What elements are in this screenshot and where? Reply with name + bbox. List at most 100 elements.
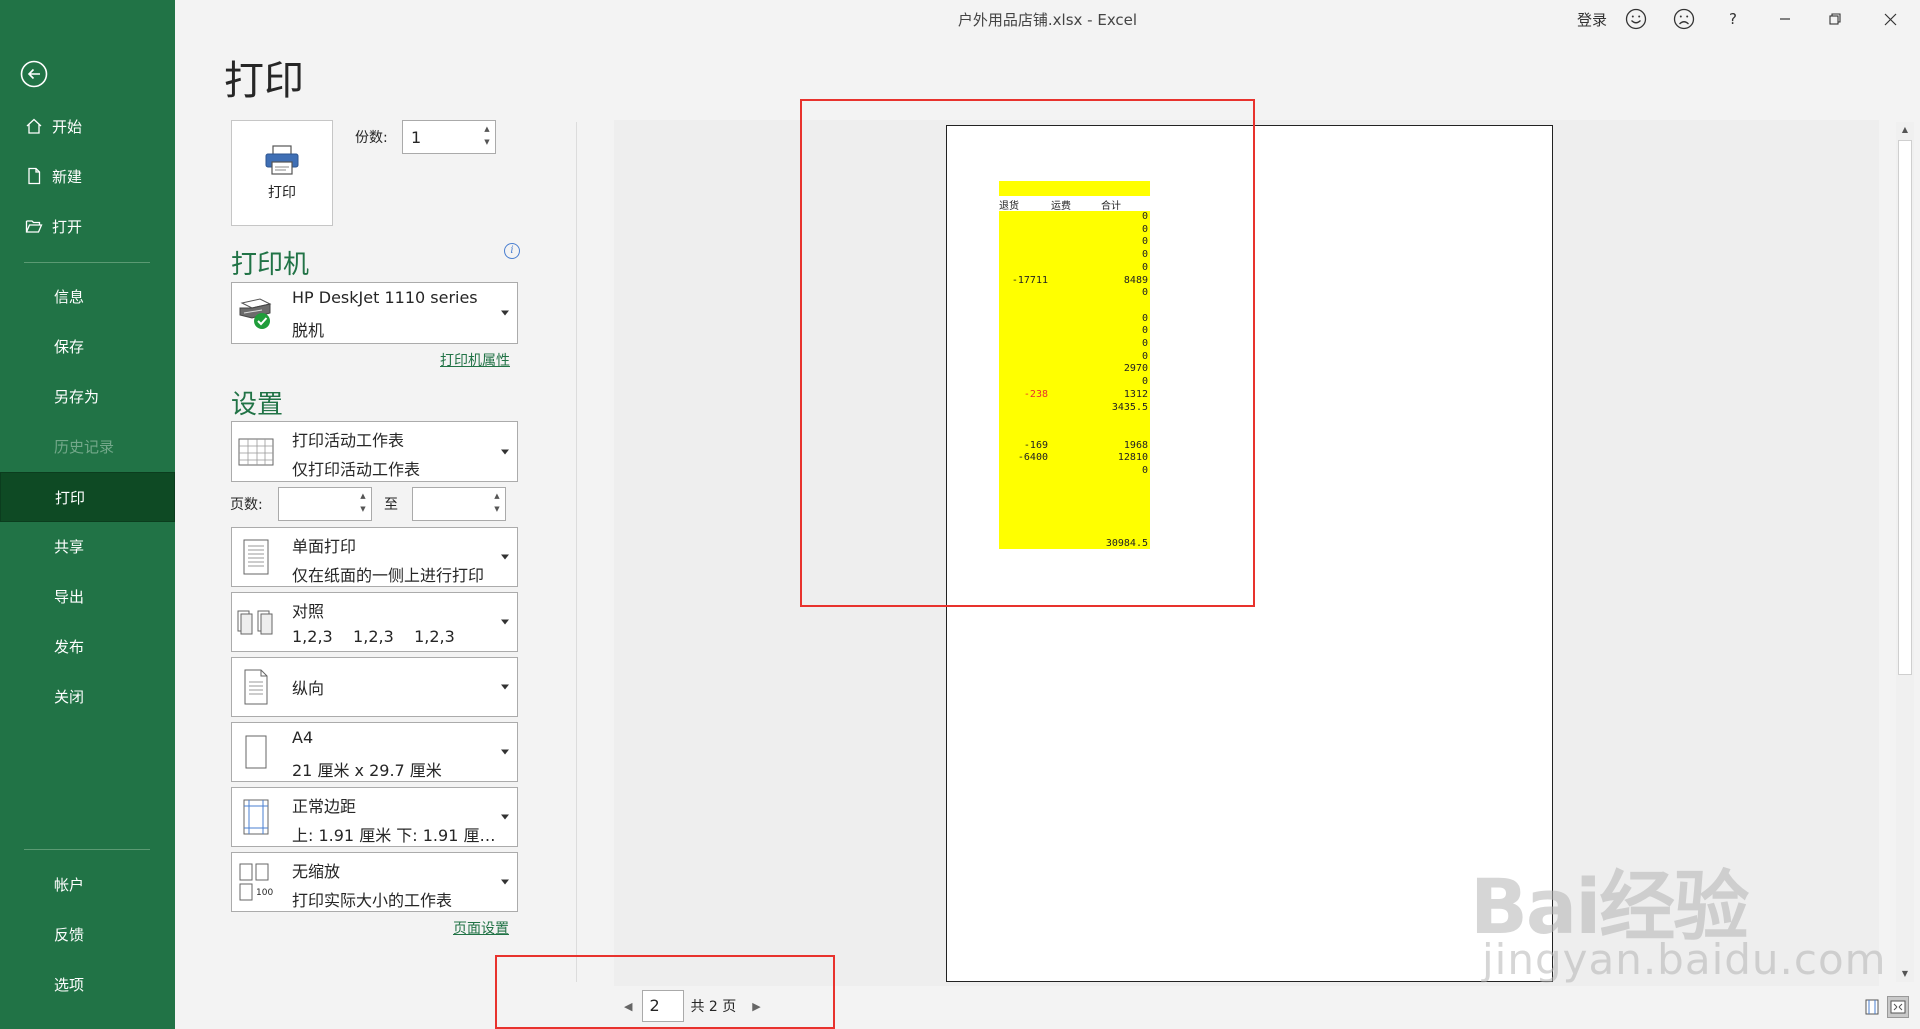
orientation-title: 纵向 bbox=[292, 679, 325, 698]
sidebar-divider bbox=[24, 849, 150, 850]
smile-feedback-button[interactable] bbox=[1621, 6, 1651, 32]
printer-dropdown[interactable]: HP DeskJet 1110 series 脱机 bbox=[231, 282, 518, 344]
backstage-sidebar: 开始 新建 打开 信息 保存 另存为 历史记录 打印 共享 导出 发布 关闭 帐… bbox=[0, 0, 175, 1029]
sides-title: 单面打印 bbox=[292, 537, 357, 556]
spin-up-icon[interactable]: ▲ bbox=[482, 123, 492, 136]
chevron-down-icon bbox=[501, 684, 509, 690]
pages-to-spinner[interactable]: ▲ ▼ bbox=[412, 487, 506, 521]
page-navigation: ◀ 2 共 2 页 ▶ bbox=[620, 990, 765, 1022]
single-sided-icon bbox=[236, 537, 276, 577]
home-icon bbox=[24, 116, 44, 136]
page-title: 打印 bbox=[224, 58, 304, 104]
restore-button[interactable] bbox=[1815, 6, 1855, 32]
pages-from-spin-arrows[interactable]: ▲ ▼ bbox=[358, 490, 368, 516]
paper-icon bbox=[236, 732, 276, 772]
window-title: 户外用品店铺.xlsx - Excel bbox=[957, 11, 1138, 29]
sidebar-item-account[interactable]: 帐户 bbox=[0, 860, 175, 908]
sidebar-item-label: 导出 bbox=[54, 587, 85, 606]
print-what-dropdown[interactable]: 打印活动工作表 仅打印活动工作表 bbox=[231, 421, 518, 482]
sidebar-item-label: 帐户 bbox=[54, 875, 85, 894]
paper-size-desc: 21 厘米 x 29.7 厘米 bbox=[292, 761, 442, 780]
chevron-down-icon bbox=[501, 749, 509, 755]
chevron-down-icon bbox=[501, 449, 509, 454]
minimize-button[interactable] bbox=[1765, 6, 1805, 32]
sidebar-item-label: 关闭 bbox=[54, 687, 85, 706]
collate-desc: 1,2,3 1,2,3 1,2,3 bbox=[292, 627, 455, 646]
collate-dropdown[interactable]: 对照 1,2,3 1,2,3 1,2,3 bbox=[231, 592, 518, 652]
settings-section-title: 设置 bbox=[231, 390, 284, 420]
sidebar-item-close[interactable]: 关闭 bbox=[0, 672, 175, 720]
sidebar-item-label: 另存为 bbox=[54, 387, 100, 406]
info-icon[interactable]: i bbox=[504, 243, 520, 259]
scaling-icon-label: 100 bbox=[256, 888, 274, 898]
sides-dropdown[interactable]: 单面打印 仅在纸面的一侧上进行打印 bbox=[231, 527, 518, 587]
sidebar-item-label: 历史记录 bbox=[54, 437, 115, 456]
copies-spinner[interactable]: 1 ▲ ▼ bbox=[402, 120, 496, 154]
spin-down-icon[interactable]: ▼ bbox=[492, 503, 502, 516]
printer-name: HP DeskJet 1110 series bbox=[292, 288, 478, 307]
scrollbar-thumb[interactable] bbox=[1898, 140, 1912, 675]
signin-button[interactable]: 登录 bbox=[1567, 6, 1617, 32]
print-what-title: 打印活动工作表 bbox=[292, 431, 405, 450]
no-scaling-icon: 100 bbox=[236, 862, 276, 902]
chevron-down-icon bbox=[501, 619, 509, 625]
collate-title: 对照 bbox=[292, 602, 325, 621]
sidebar-item-new[interactable]: 新建 bbox=[0, 152, 175, 200]
watermark-url: jingyan.baidu.com bbox=[1482, 935, 1887, 984]
sidebar-item-label: 打开 bbox=[52, 217, 83, 236]
sidebar-item-info[interactable]: 信息 bbox=[0, 272, 175, 320]
scaling-dropdown[interactable]: 100 无缩放 打印实际大小的工作表 bbox=[231, 852, 518, 912]
annotation-box-preview bbox=[800, 99, 1255, 607]
open-folder-icon bbox=[24, 216, 44, 236]
panel-divider bbox=[576, 122, 577, 982]
sidebar-item-options[interactable]: 选项 bbox=[0, 960, 175, 1008]
paper-size-title: A4 bbox=[292, 728, 314, 747]
sidebar-item-label: 共享 bbox=[54, 537, 85, 556]
sidebar-item-label: 保存 bbox=[54, 337, 85, 356]
smile-icon bbox=[1625, 8, 1647, 30]
print-button[interactable]: 打印 bbox=[231, 120, 333, 226]
sidebar-item-label: 打印 bbox=[55, 488, 86, 507]
next-page-icon[interactable]: ▶ bbox=[748, 1000, 764, 1013]
printer-properties-link[interactable]: 打印机属性 bbox=[440, 350, 510, 370]
copies-value: 1 bbox=[411, 128, 422, 147]
restore-icon bbox=[1829, 13, 1841, 25]
sidebar-divider bbox=[24, 262, 150, 263]
scroll-up-icon[interactable]: ▲ bbox=[1896, 122, 1914, 138]
page-setup-link[interactable]: 页面设置 bbox=[453, 918, 509, 938]
spin-down-icon[interactable]: ▼ bbox=[358, 503, 368, 516]
spin-up-icon[interactable]: ▲ bbox=[358, 490, 368, 503]
pages-to-spin-arrows[interactable]: ▲ ▼ bbox=[492, 490, 502, 516]
sidebar-item-publish[interactable]: 发布 bbox=[0, 622, 175, 670]
current-page-input[interactable]: 2 bbox=[642, 990, 685, 1022]
sidebar-item-label: 反馈 bbox=[54, 925, 85, 944]
sidebar-item-open[interactable]: 打开 bbox=[0, 202, 175, 250]
sidebar-item-print[interactable]: 打印 bbox=[0, 472, 175, 522]
back-button[interactable] bbox=[20, 60, 48, 88]
margins-title: 正常边距 bbox=[292, 797, 357, 816]
sidebar-item-label: 新建 bbox=[52, 167, 83, 186]
copies-spin-arrows[interactable]: ▲ ▼ bbox=[482, 123, 492, 149]
sidebar-item-home[interactable]: 开始 bbox=[0, 102, 175, 150]
sidebar-item-save-as[interactable]: 另存为 bbox=[0, 372, 175, 420]
frown-feedback-button[interactable] bbox=[1669, 6, 1699, 32]
margins-icon bbox=[236, 797, 276, 837]
scaling-title: 无缩放 bbox=[292, 862, 341, 881]
sidebar-item-save[interactable]: 保存 bbox=[0, 322, 175, 370]
chevron-down-icon bbox=[501, 879, 509, 885]
spin-up-icon[interactable]: ▲ bbox=[492, 490, 502, 503]
sidebar-item-feedback[interactable]: 反馈 bbox=[0, 910, 175, 958]
orientation-dropdown[interactable]: 纵向 bbox=[231, 657, 518, 717]
paper-size-dropdown[interactable]: A4 21 厘米 x 29.7 厘米 bbox=[231, 722, 518, 782]
help-button[interactable]: ? bbox=[1718, 6, 1748, 32]
margins-dropdown[interactable]: 正常边距 上: 1.91 厘米 下: 1.91 厘米 左: 1.78 厘米 右:… bbox=[231, 787, 518, 847]
pages-from-spinner[interactable]: ▲ ▼ bbox=[278, 487, 372, 521]
close-button[interactable] bbox=[1870, 6, 1910, 32]
scaling-desc: 打印实际大小的工作表 bbox=[292, 891, 453, 910]
sidebar-item-share[interactable]: 共享 bbox=[0, 522, 175, 570]
sidebar-item-label: 选项 bbox=[54, 975, 85, 994]
chevron-down-icon bbox=[501, 814, 509, 820]
previous-page-icon[interactable]: ◀ bbox=[620, 1000, 636, 1013]
spin-down-icon[interactable]: ▼ bbox=[482, 136, 492, 149]
sidebar-item-export[interactable]: 导出 bbox=[0, 572, 175, 620]
